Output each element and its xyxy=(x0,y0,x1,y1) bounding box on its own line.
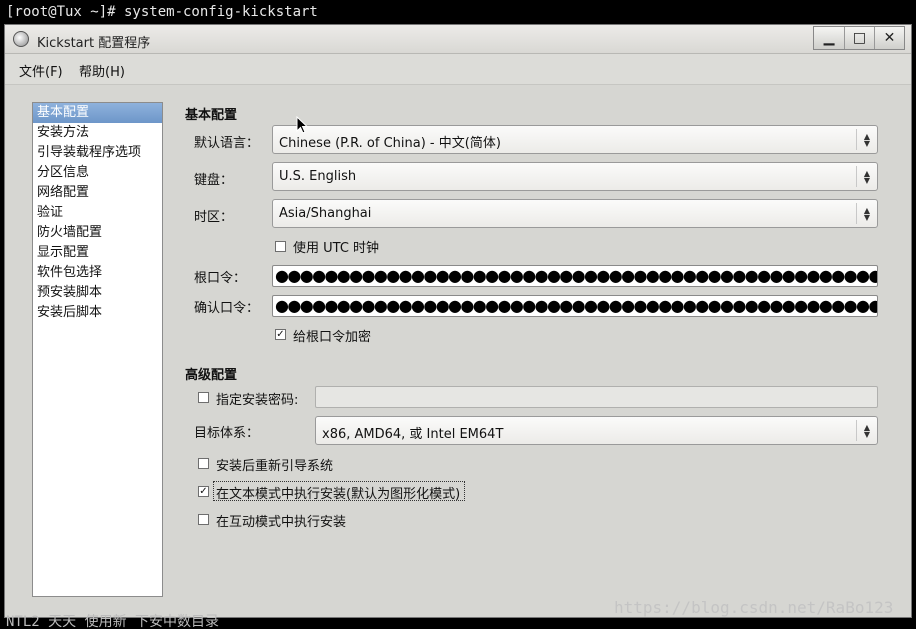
menu-help[interactable]: 帮助(H) xyxy=(79,61,125,80)
language-label: 默认语言： xyxy=(194,136,260,151)
root-password-field[interactable]: ●●●●●●●●●●●●●●●●●●●●●●●●●●●●●●●●●●●●●●●●… xyxy=(272,265,878,287)
timezone-select[interactable]: Asia/Shanghai ▲ ▼ xyxy=(272,199,878,228)
sidebar-item-authentication[interactable]: 验证 xyxy=(33,203,162,223)
basic-config-heading: 基本配置 xyxy=(185,108,238,123)
sidebar-item-network[interactable]: 网络配置 xyxy=(33,183,162,203)
root-password-label: 根口令： xyxy=(194,271,247,286)
sidebar-item-partition[interactable]: 分区信息 xyxy=(33,163,162,183)
interactive-checkbox[interactable] xyxy=(198,514,209,525)
utc-checkbox[interactable] xyxy=(275,241,286,252)
sidebar-item-pre-script[interactable]: 预安装脚本 xyxy=(33,283,162,303)
keyboard-select[interactable]: U.S. English ▲ ▼ xyxy=(272,162,878,191)
category-list: 基本配置 安装方法 引导装载程序选项 分区信息 网络配置 验证 防火墙配置 显示… xyxy=(32,102,163,597)
kickstart-app-icon xyxy=(13,31,29,47)
target-arch-select[interactable]: x86, AMD64, 或 Intel EM64T ▲ ▼ xyxy=(315,416,878,445)
sidebar-item-basic-config[interactable]: 基本配置 xyxy=(33,103,162,123)
sidebar-item-packages[interactable]: 软件包选择 xyxy=(33,263,162,283)
install-key-checkbox[interactable] xyxy=(198,392,209,403)
mouse-pointer-icon xyxy=(296,116,308,134)
keyboard-value: U.S. English xyxy=(279,169,357,184)
language-select[interactable]: Chinese (P.R. of China) - 中文(简体) ▲ ▼ xyxy=(272,125,878,154)
reboot-checkbox[interactable] xyxy=(198,458,209,469)
kickstart-window: Kickstart 配置程序 ▁ □ ✕ 文件(F) 帮助(H) 基本配置 安装… xyxy=(4,24,912,618)
language-value: Chinese (P.R. of China) - 中文(简体) xyxy=(279,136,501,151)
confirm-password-mask: ●●●●●●●●●●●●●●●●●●●●●●●●●●●●●●●●●●●●●●●●… xyxy=(275,296,878,315)
menu-bar: 文件(F) 帮助(H) xyxy=(5,54,911,85)
watermark: https://blog.csdn.net/RaBo123 xyxy=(614,598,894,617)
close-button[interactable]: ✕ xyxy=(874,27,904,49)
text-mode-label: 在文本模式中执行安装(默认为图形化模式) xyxy=(216,487,461,502)
terminal-bottom-line: NTL2 天天 使用新 下安中数目录 xyxy=(6,614,220,629)
combo-arrows-icon: ▲ ▼ xyxy=(856,203,877,224)
window-controls: ▁ □ ✕ xyxy=(813,26,905,50)
target-arch-value: x86, AMD64, 或 Intel EM64T xyxy=(322,427,504,442)
maximize-button[interactable]: □ xyxy=(844,27,874,49)
advanced-config-heading: 高级配置 xyxy=(185,368,238,383)
combo-arrows-icon: ▲ ▼ xyxy=(856,420,877,441)
sidebar-item-firewall[interactable]: 防火墙配置 xyxy=(33,223,162,243)
minimize-button[interactable]: ▁ xyxy=(814,27,844,49)
encrypt-password-checkbox[interactable]: ✓ xyxy=(275,329,286,340)
timezone-label: 时区： xyxy=(194,210,234,225)
terminal-command-line: [root@Tux ~]# system-config-kickstart xyxy=(6,4,318,20)
root-password-mask: ●●●●●●●●●●●●●●●●●●●●●●●●●●●●●●●●●●●●●●●●… xyxy=(275,266,878,285)
menu-file[interactable]: 文件(F) xyxy=(19,61,63,80)
install-key-label: 指定安装密码: xyxy=(216,393,299,408)
sidebar-item-display[interactable]: 显示配置 xyxy=(33,243,162,263)
sidebar-item-bootloader[interactable]: 引导装载程序选项 xyxy=(33,143,162,163)
window-title: Kickstart 配置程序 xyxy=(37,36,151,51)
encrypt-password-label: 给根口令加密 xyxy=(293,330,372,345)
install-key-input[interactable] xyxy=(315,386,878,408)
reboot-label: 安装后重新引导系统 xyxy=(216,459,334,474)
target-arch-label: 目标体系： xyxy=(194,426,260,441)
timezone-value: Asia/Shanghai xyxy=(279,206,372,221)
interactive-label: 在互动模式中执行安装 xyxy=(216,515,347,530)
title-bar[interactable]: Kickstart 配置程序 ▁ □ ✕ xyxy=(5,25,911,54)
sidebar-item-post-script[interactable]: 安装后脚本 xyxy=(33,303,162,323)
sidebar-item-install-method[interactable]: 安装方法 xyxy=(33,123,162,143)
utc-label: 使用 UTC 时钟 xyxy=(293,241,380,256)
combo-arrows-icon: ▲ ▼ xyxy=(856,129,877,150)
confirm-password-field[interactable]: ●●●●●●●●●●●●●●●●●●●●●●●●●●●●●●●●●●●●●●●●… xyxy=(272,295,878,317)
text-mode-checkbox[interactable]: ✓ xyxy=(198,486,209,497)
combo-arrows-icon: ▲ ▼ xyxy=(856,166,877,187)
keyboard-label: 键盘： xyxy=(194,173,234,188)
confirm-password-label: 确认口令： xyxy=(194,301,260,316)
